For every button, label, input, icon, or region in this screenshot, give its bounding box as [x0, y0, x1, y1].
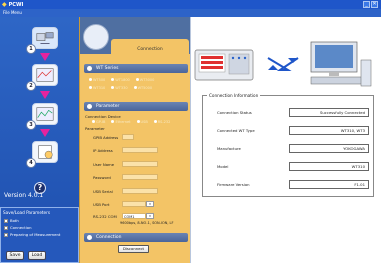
window-title: PCWI — [8, 1, 24, 8]
gpib-address-field[interactable] — [122, 134, 134, 140]
com-value: COM1 — [124, 215, 135, 219]
step-connection-icon[interactable] — [32, 27, 58, 49]
ip-address-label: IP Address — [93, 148, 113, 153]
wt-series-radios[interactable]: WT500 WT1800 WT3000 — [89, 78, 154, 82]
computer-icon — [310, 41, 372, 87]
wt-type-label: Connected WT Type — [217, 128, 255, 133]
disconnect-button[interactable]: Disconnect — [118, 245, 149, 253]
app-icon: ◆ — [2, 1, 7, 8]
radio-option[interactable]: WT5000 — [133, 86, 152, 90]
user-name-field[interactable] — [122, 161, 158, 167]
connection-info-box: Connection Information Connection Status… — [202, 93, 374, 197]
com-dropdown-icon[interactable]: ▾ — [146, 213, 154, 219]
step-report-icon[interactable] — [32, 141, 58, 163]
usb-port-label: USB Port — [93, 202, 110, 207]
close-button[interactable]: ✕ — [371, 1, 378, 8]
password-label: Password — [93, 175, 111, 180]
rs232-com-field[interactable]: COM1 — [122, 213, 146, 219]
step-1-badge: 1 — [26, 44, 36, 54]
section-icon — [87, 66, 92, 71]
option-preparing[interactable]: Preparing of Measurement — [1, 231, 78, 238]
config-header: Connection — [80, 17, 191, 54]
connection-section: Connection — [84, 233, 188, 242]
version-label: Version 4.0.1 — [4, 192, 44, 199]
radio-option[interactable]: WT310 — [89, 86, 105, 90]
firmware-value: F1.01 — [289, 180, 369, 189]
manufacture-value: YOKOGAWA — [289, 144, 369, 153]
parameter-section: Parameter — [84, 102, 188, 111]
connection-diagram — [194, 41, 372, 87]
section-icon — [87, 235, 92, 240]
config-panel: Connection WT Series WT500 WT1800 WT3000… — [79, 17, 191, 263]
checkbox-icon[interactable] — [4, 232, 8, 237]
firmware-label: Firmware Version — [217, 182, 250, 187]
status-label: Connection Status — [217, 110, 252, 115]
user-name-label: User Name — [93, 162, 115, 167]
radio-option[interactable]: WT1800 — [111, 78, 130, 82]
rs232-settings-text: 9600bps, 8-NO-1, SON-ION, LF — [120, 221, 174, 225]
gpib-address-label: GPIB Address — [93, 135, 119, 140]
save-load-title: Save/Load Parameters — [3, 210, 51, 215]
radio-option[interactable]: WT330 — [111, 86, 128, 90]
option-connection[interactable]: Connection — [1, 224, 78, 231]
parameter-label: Parameter — [85, 126, 105, 131]
bidirectional-arrow-icon — [267, 57, 299, 71]
save-button[interactable]: Save — [6, 251, 24, 260]
window-controls: _ ✕ — [363, 1, 378, 8]
connection-logo-icon — [83, 24, 109, 50]
password-field[interactable] — [122, 174, 158, 180]
connection-device-label: Connection Device — [85, 114, 121, 119]
radio-option[interactable]: GP-IB — [92, 120, 105, 124]
usb-port-field[interactable] — [122, 201, 146, 207]
wt-series-section: WT Series — [84, 64, 188, 73]
step-4-badge: 4 — [26, 158, 36, 168]
arrow-down-icon — [40, 129, 50, 137]
radio-option[interactable]: USB — [136, 120, 148, 124]
arrow-down-icon — [40, 91, 50, 99]
file-menu[interactable]: File Menu — [3, 10, 22, 15]
manufacture-label: Manufacture — [217, 146, 241, 151]
step-2-badge: 2 — [26, 81, 36, 91]
wt-type-value: WT310, WT3 — [289, 126, 369, 135]
menu-bar: File Menu — [0, 9, 381, 17]
checkbox-icon[interactable] — [4, 225, 8, 230]
step-measure-icon[interactable] — [32, 64, 58, 86]
ip-address-field[interactable] — [122, 147, 158, 153]
radio-option[interactable]: WT500 — [89, 78, 105, 82]
model-label: Model — [217, 164, 229, 169]
section-icon — [87, 104, 92, 109]
radio-option[interactable]: WT3000 — [135, 78, 154, 82]
status-value: Successfully Connected — [289, 108, 369, 117]
checkbox-icon[interactable] — [4, 218, 8, 223]
usb-port-dropdown-icon[interactable]: ▾ — [146, 201, 154, 207]
step-3-badge: 3 — [26, 120, 36, 130]
arrow-down-icon — [40, 53, 50, 61]
tab-connection[interactable]: Connection — [111, 39, 189, 54]
save-load-panel: Save/Load Parameters Both Connection Pre… — [0, 207, 79, 263]
radio-option[interactable]: Ethernet — [111, 120, 131, 124]
step-graph-icon[interactable] — [32, 103, 58, 125]
minimize-button[interactable]: _ — [363, 1, 370, 8]
model-value: WT310 — [289, 162, 369, 171]
option-both[interactable]: Both — [1, 217, 78, 224]
load-button[interactable]: Load — [28, 251, 46, 260]
power-meter-icon — [194, 49, 254, 81]
wt-series-radios[interactable]: WT310 WT330 WT5000 — [89, 86, 152, 90]
rs232-com-label: RS-232 COM — [93, 214, 117, 219]
title-bar: ◆ PCWI — [0, 0, 381, 9]
device-radios[interactable]: GP-IB Ethernet USB RS-232 — [92, 120, 170, 124]
radio-option[interactable]: RS-232 — [153, 120, 170, 124]
connection-info-title: Connection Information — [207, 93, 261, 98]
usb-serial-label: USB Serial — [93, 189, 113, 194]
usb-serial-field[interactable] — [122, 188, 158, 194]
